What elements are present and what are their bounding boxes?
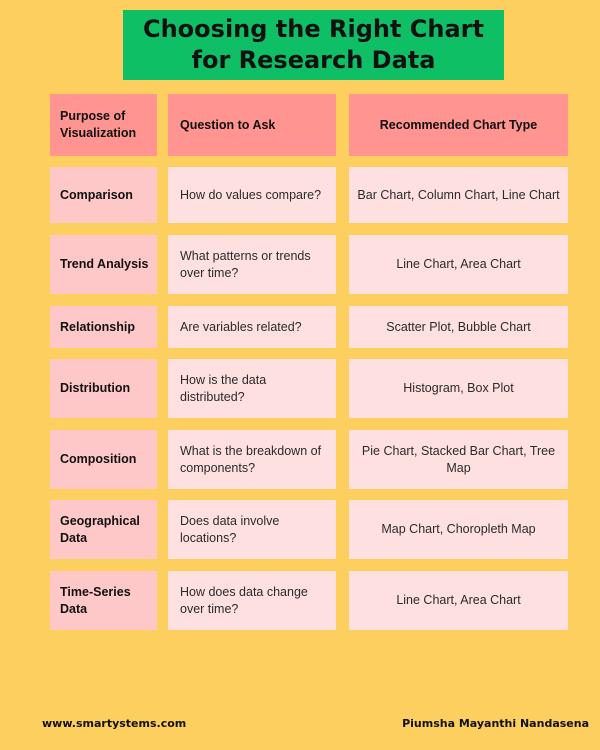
row-purpose: Time-Series Data	[50, 571, 157, 630]
header-chart-type: Recommended Chart Type	[349, 94, 568, 156]
row-question: Are variables related?	[168, 306, 336, 348]
title-line-1: Choosing the Right Chart	[142, 15, 484, 43]
row-purpose: Comparison	[50, 167, 157, 223]
footer-website: www.smartystems.com	[42, 717, 187, 730]
row-chart: Line Chart, Area Chart	[349, 571, 568, 630]
header-question: Question to Ask	[168, 94, 336, 156]
row-purpose: Geographical Data	[50, 500, 157, 559]
row-chart: Pie Chart, Stacked Bar Chart, Tree Map	[349, 430, 568, 489]
row-purpose: Trend Analysis	[50, 235, 157, 294]
row-chart: Bar Chart, Column Chart, Line Chart	[349, 167, 568, 223]
row-chart: Line Chart, Area Chart	[349, 235, 568, 294]
row-chart: Histogram, Box Plot	[349, 359, 568, 418]
title-banner: Choosing the Right Chart for Research Da…	[123, 10, 504, 80]
row-question: How is the data distributed?	[168, 359, 336, 418]
row-purpose: Relationship	[50, 306, 157, 348]
row-purpose: Distribution	[50, 359, 157, 418]
row-question: What patterns or trends over time?	[168, 235, 336, 294]
row-chart: Map Chart, Choropleth Map	[349, 500, 568, 559]
row-question: How do values compare?	[168, 167, 336, 223]
row-question: Does data involve locations?	[168, 500, 336, 559]
footer-author: Piumsha Mayanthi Nandasena	[402, 717, 589, 730]
header-purpose: Purpose of Visualization	[50, 94, 157, 156]
row-question: How does data change over time?	[168, 571, 336, 630]
row-question: What is the breakdown of components?	[168, 430, 336, 489]
row-chart: Scatter Plot, Bubble Chart	[349, 306, 568, 348]
row-purpose: Composition	[50, 430, 157, 489]
title-line-2: for Research Data	[191, 46, 436, 74]
